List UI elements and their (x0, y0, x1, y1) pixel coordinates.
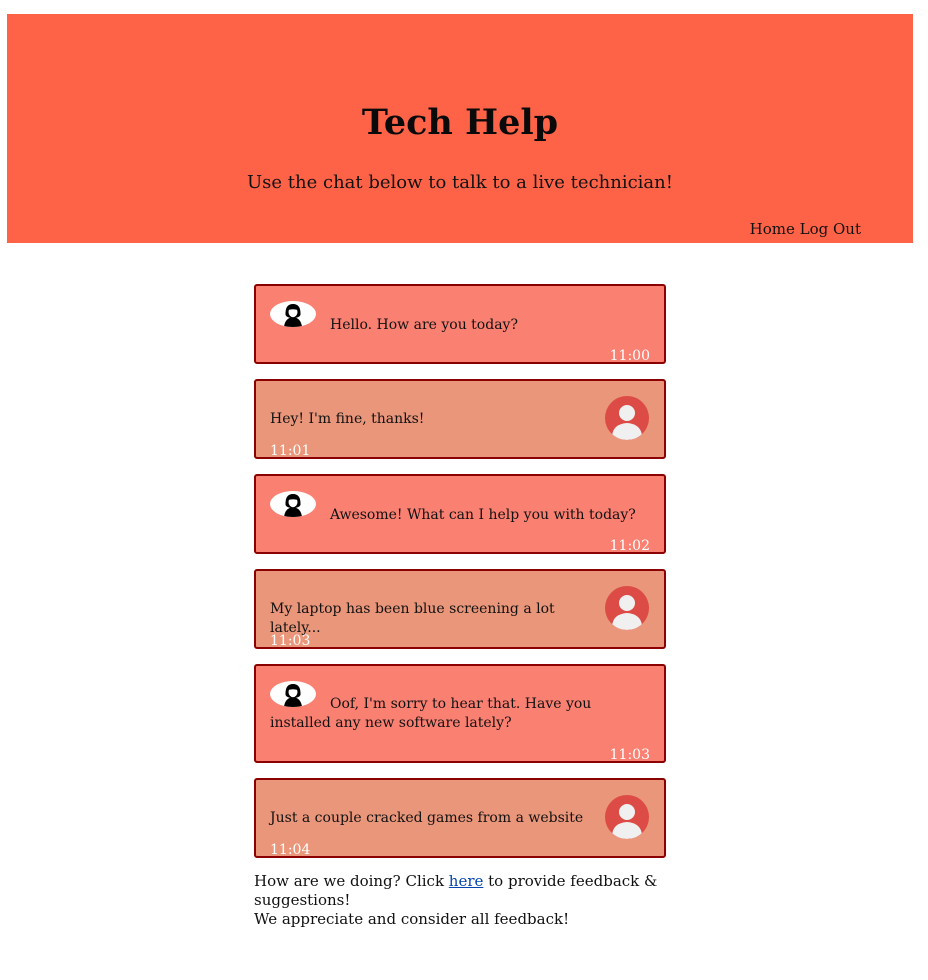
user-avatar-icon (605, 396, 649, 440)
message-time: 11:02 (609, 538, 650, 554)
message-time: 11:03 (270, 633, 311, 649)
user-avatar-icon (605, 795, 649, 839)
chat-message-technician: Hello. How are you today? 11:00 (254, 284, 666, 364)
message-time: 11:03 (609, 747, 650, 763)
message-time: 11:00 (609, 348, 650, 364)
message-text: Hello. How are you today? (330, 317, 518, 333)
nav-bar: Home Log Out (750, 219, 861, 239)
user-avatar-icon (605, 586, 649, 630)
nav-logout-link[interactable]: Log Out (800, 220, 861, 238)
message-time: 11:01 (270, 443, 311, 459)
chat-log: Hello. How are you today? 11:00 Hey! I'm… (254, 284, 666, 873)
page-subtitle: Use the chat below to talk to a live tec… (247, 172, 673, 193)
feedback-text-before: How are we doing? Click (254, 872, 449, 890)
message-time: 11:04 (270, 842, 311, 858)
feedback-note: How are we doing? Click here to provide … (254, 872, 674, 929)
chat-message-technician: Oof, I'm sorry to hear that. Have you in… (254, 664, 666, 763)
nav-home-link[interactable]: Home (750, 220, 795, 238)
chat-message-technician: Awesome! What can I help you with today?… (254, 474, 666, 554)
page-title: Tech Help (361, 102, 559, 143)
feedback-appreciation: We appreciate and consider all feedback! (254, 910, 570, 928)
message-text: Just a couple cracked games from a websi… (270, 810, 584, 826)
chat-message-user: My laptop has been blue screening a lot … (254, 569, 666, 649)
chat-message-user: Hey! I'm fine, thanks! 11:01 (254, 379, 666, 459)
message-text: Hey! I'm fine, thanks! (270, 411, 425, 427)
message-text: My laptop has been blue screening a lot … (270, 601, 555, 636)
message-text: Oof, I'm sorry to hear that. Have you in… (270, 696, 592, 731)
feedback-link[interactable]: here (449, 872, 484, 890)
message-text: Awesome! What can I help you with today? (330, 507, 636, 523)
page-header: Tech Help Use the chat below to talk to … (7, 14, 913, 243)
chat-message-user: Just a couple cracked games from a websi… (254, 778, 666, 858)
